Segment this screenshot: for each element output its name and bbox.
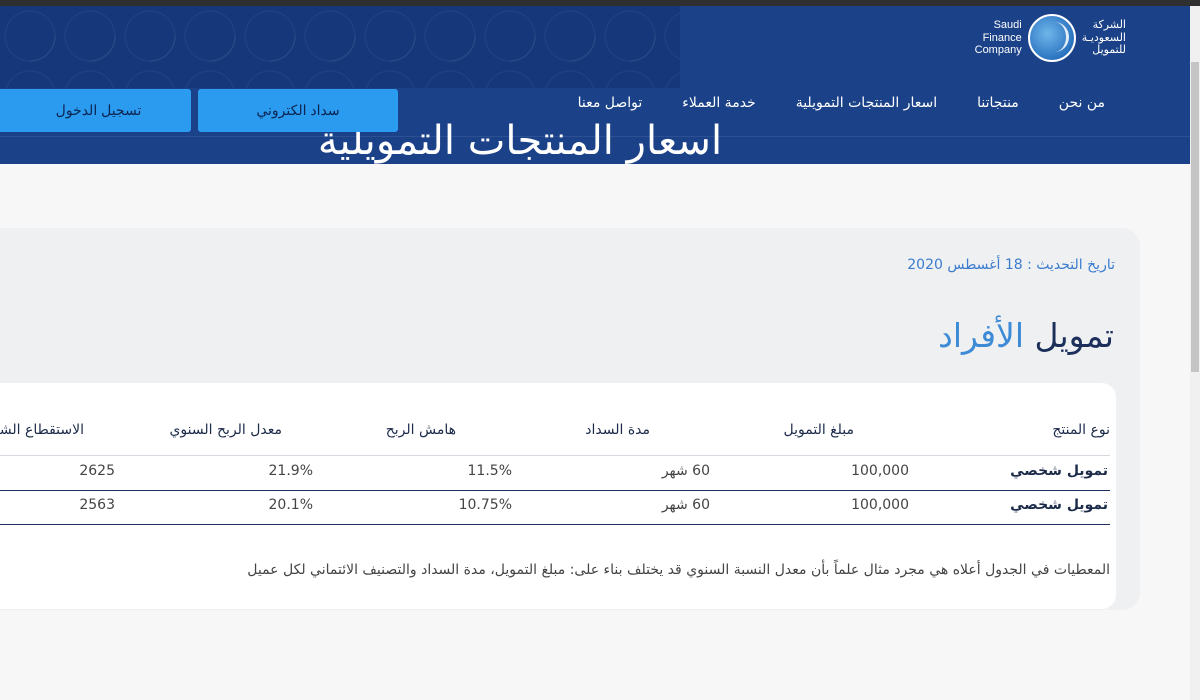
section-title: تمويل الأفراد xyxy=(938,315,1114,357)
cell-repayment-period: 60 شهر xyxy=(661,463,710,479)
cell-product-type: تمويل شخصي xyxy=(1010,463,1108,479)
header-pattern xyxy=(0,6,680,88)
header-profit-margin: هامش الربح xyxy=(385,422,456,438)
header-monthly-deduction: الاستقطاع الشهري xyxy=(0,422,84,438)
nav-item-product-prices[interactable]: اسعار المنتجات التمويلية xyxy=(796,95,937,111)
header-repayment-period: مدة السداد xyxy=(585,422,650,438)
logo-emblem-icon xyxy=(1027,14,1076,62)
table-row: تمويل شخصي 100,000 60 شهر 11.5% 21.9% 26… xyxy=(0,455,1110,491)
main-nav: من نحن منتجاتنا اسعار المنتجات التمويلية… xyxy=(578,95,1105,111)
cell-monthly-deduction: 2625 xyxy=(79,463,115,479)
cell-repayment-period: 60 شهر xyxy=(661,497,710,513)
table-note: المعطيات في الجدول أعلاه هي مجرد مثال عل… xyxy=(247,562,1110,578)
login-button-label: تسجيل الدخول xyxy=(55,102,142,118)
cell-finance-amount: 100,000 xyxy=(851,497,909,513)
header-divider xyxy=(0,136,1190,137)
header-product-type: نوع المنتج xyxy=(1052,422,1110,438)
header-annual-rate: معدل الربح السنوي xyxy=(169,422,282,438)
cell-profit-margin: 10.75% xyxy=(458,497,512,513)
login-button[interactable]: تسجيل الدخول xyxy=(0,89,191,132)
cell-profit-margin: 11.5% xyxy=(467,463,512,479)
header-finance-amount: مبلغ التمويل xyxy=(783,422,854,438)
logo-text-arabic: الشركة السعوديـة للتمويل xyxy=(1081,18,1126,57)
nav-item-customer-service[interactable]: خدمة العملاء xyxy=(682,95,755,111)
table-row: تمويل شخصي 100,000 60 شهر 10.75% 20.1% 2… xyxy=(0,490,1110,525)
nav-item-contact[interactable]: تواصل معنا xyxy=(578,95,643,111)
e-payment-button[interactable]: سداد الكتروني xyxy=(198,89,398,132)
cell-product-type: تمويل شخصي xyxy=(1010,497,1108,513)
section-title-part2: الأفراد xyxy=(938,316,1024,355)
company-logo[interactable]: Saudi Finance Company الشركة السعوديـة ل… xyxy=(975,14,1126,62)
section-title-part1: تمويل xyxy=(1034,316,1115,355)
nav-item-products[interactable]: منتجاتنا xyxy=(977,95,1019,111)
cell-annual-rate: 21.9% xyxy=(268,463,313,479)
scrollbar-thumb[interactable] xyxy=(1191,62,1199,372)
update-date: تاريخ التحديث : 18 أغسطس 2020 xyxy=(907,257,1115,273)
cell-finance-amount: 100,000 xyxy=(851,463,909,479)
cell-annual-rate: 20.1% xyxy=(268,497,313,513)
nav-item-about[interactable]: من نحن xyxy=(1059,95,1105,111)
page-scrollbar[interactable] xyxy=(1190,6,1200,700)
cell-monthly-deduction: 2563 xyxy=(79,497,115,513)
logo-text-english: Saudi Finance Company xyxy=(974,19,1022,57)
